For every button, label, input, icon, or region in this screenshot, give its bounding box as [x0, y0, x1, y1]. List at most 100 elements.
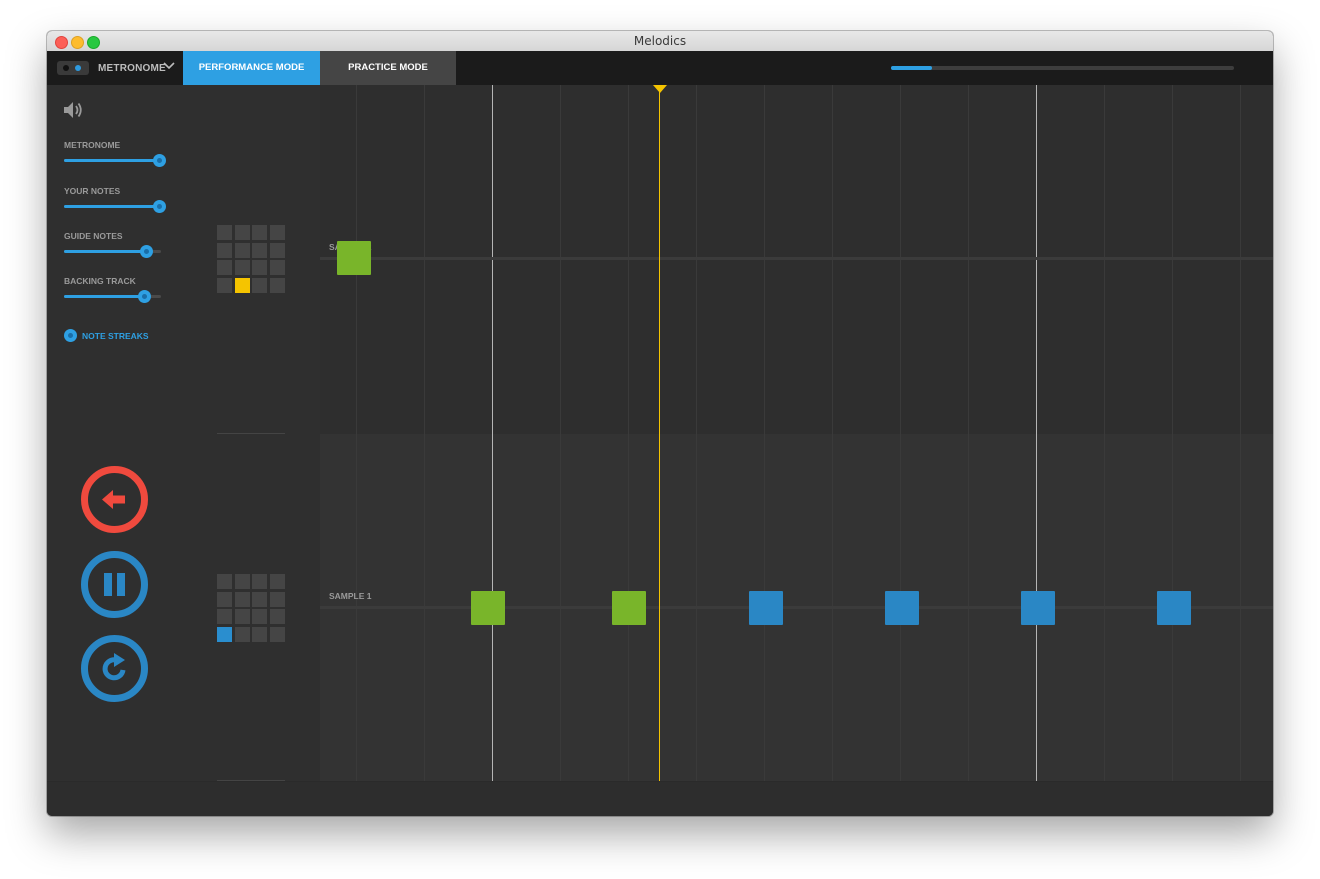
grid-line: [1240, 85, 1241, 781]
grid-line: [424, 85, 425, 781]
pad-cell: [234, 260, 250, 275]
pad-cell: [217, 574, 232, 589]
grid-line: [628, 85, 629, 781]
pad-cell: [269, 609, 285, 624]
pad-cell: [252, 609, 267, 624]
hit-note: [337, 241, 371, 275]
pad-cell: [217, 242, 232, 258]
guide-notes-volume-slider[interactable]: [64, 245, 161, 258]
slider-thumb[interactable]: [137, 290, 151, 303]
grid-line: [832, 85, 833, 781]
lane-label-sample-1: SAMPLE 1: [329, 591, 372, 601]
tab-performance-mode[interactable]: PERFORMANCE MODE: [183, 51, 320, 85]
pad-cell: [217, 277, 232, 293]
active-pad-cell: [217, 626, 232, 642]
grid-line: [764, 85, 765, 781]
hit-note: [471, 591, 505, 625]
slider-fill: [64, 295, 144, 298]
pad-cell: [234, 591, 250, 607]
slider-thumb[interactable]: [140, 245, 154, 258]
pad-cell: [269, 225, 285, 240]
pad-cell: [217, 609, 232, 624]
active-pad-cell: [234, 277, 250, 293]
your-notes-volume-slider[interactable]: [64, 200, 167, 213]
pad-cell: [234, 225, 250, 240]
grid-line: [1104, 85, 1105, 781]
pad-grid-sample-2: [217, 225, 285, 293]
grid-line: [1172, 85, 1173, 781]
pause-button[interactable]: [80, 550, 149, 619]
restart-icon: [102, 653, 126, 681]
upcoming-note: [749, 591, 783, 625]
grid-line: [356, 85, 357, 781]
pad-cell: [269, 260, 285, 275]
pad-cell: [269, 574, 285, 589]
pause-icon: [104, 573, 125, 596]
pad-separator: [217, 433, 285, 434]
pad-cell: [252, 574, 267, 589]
pad-cell: [217, 260, 232, 275]
lane-line-sample-1: [320, 606, 1273, 609]
metronome-toggle[interactable]: [57, 61, 89, 75]
upcoming-note: [1021, 591, 1055, 625]
pad-cell: [217, 591, 232, 607]
pad-cell: [234, 609, 250, 624]
slider-fill: [64, 159, 160, 162]
pad-cell: [269, 277, 285, 293]
restart-button[interactable]: [80, 634, 149, 703]
pad-cell: [269, 591, 285, 607]
pad-cell: [252, 225, 267, 240]
backing-track-volume-slider[interactable]: [64, 290, 161, 303]
slider-thumb[interactable]: [153, 200, 167, 213]
guide-notes-volume-label: GUIDE NOTES: [64, 231, 123, 241]
pad-grid-sample-1: [217, 574, 285, 642]
pad-cell: [252, 626, 267, 642]
your-notes-volume-label: YOUR NOTES: [64, 186, 121, 196]
back-button[interactable]: [80, 465, 149, 534]
slider-fill: [64, 205, 160, 208]
hit-note: [612, 591, 646, 625]
pad-cell: [234, 242, 250, 258]
window-title: Melodics: [633, 34, 687, 48]
title-bar: Melodics: [47, 31, 1273, 52]
pad-cell: [252, 277, 267, 293]
pad-cell: [269, 626, 285, 642]
sidebar: METRONOME YOUR NOTES GUIDE NOTES BACKING…: [47, 85, 184, 781]
pad-cell: [252, 591, 267, 607]
pad-cell: [234, 626, 250, 642]
pad-column: [183, 85, 320, 781]
metronome-volume-slider[interactable]: [64, 154, 167, 167]
metronome-dropdown-label[interactable]: METRONOME: [98, 63, 166, 74]
grid-line: [560, 85, 561, 781]
pad-cell: [269, 242, 285, 258]
note-streaks-toggle[interactable]: [64, 329, 77, 342]
bottom-bar: [47, 781, 1273, 816]
speaker-icon[interactable]: [63, 101, 83, 119]
lesson-progress-bar: [891, 66, 1234, 70]
note-streaks-label[interactable]: NOTE STREAKS: [82, 331, 149, 341]
grid-line: [900, 85, 901, 781]
pad-cell: [252, 242, 267, 258]
beat-line: [492, 85, 493, 781]
toggle-on-dot: [75, 65, 81, 71]
upcoming-note: [1157, 591, 1191, 625]
beat-line: [1036, 85, 1037, 781]
upcoming-note: [885, 591, 919, 625]
metronome-volume-label: METRONOME: [64, 140, 121, 150]
arrow-left-icon: [102, 490, 125, 509]
playhead-marker-icon[interactable]: [653, 85, 667, 93]
slider-fill: [64, 250, 147, 253]
tab-practice-mode[interactable]: PRACTICE MODE: [320, 51, 456, 85]
chevron-down-icon[interactable]: [163, 59, 175, 71]
toolbar: METRONOME PERFORMANCE MODE PRACTICE MODE: [47, 51, 1273, 85]
backing-track-volume-label: BACKING TRACK: [64, 276, 136, 286]
pad-cell: [252, 260, 267, 275]
slider-thumb[interactable]: [153, 154, 167, 167]
lane-line-sample-2: [320, 257, 1273, 260]
note-timeline: SAMPLE 2 SAMPLE 1: [320, 85, 1273, 781]
playhead-line: [659, 85, 660, 781]
grid-line: [968, 85, 969, 781]
pad-cell: [234, 574, 250, 589]
lesson-progress-fill: [891, 66, 933, 70]
toggle-off-dot: [63, 65, 69, 71]
